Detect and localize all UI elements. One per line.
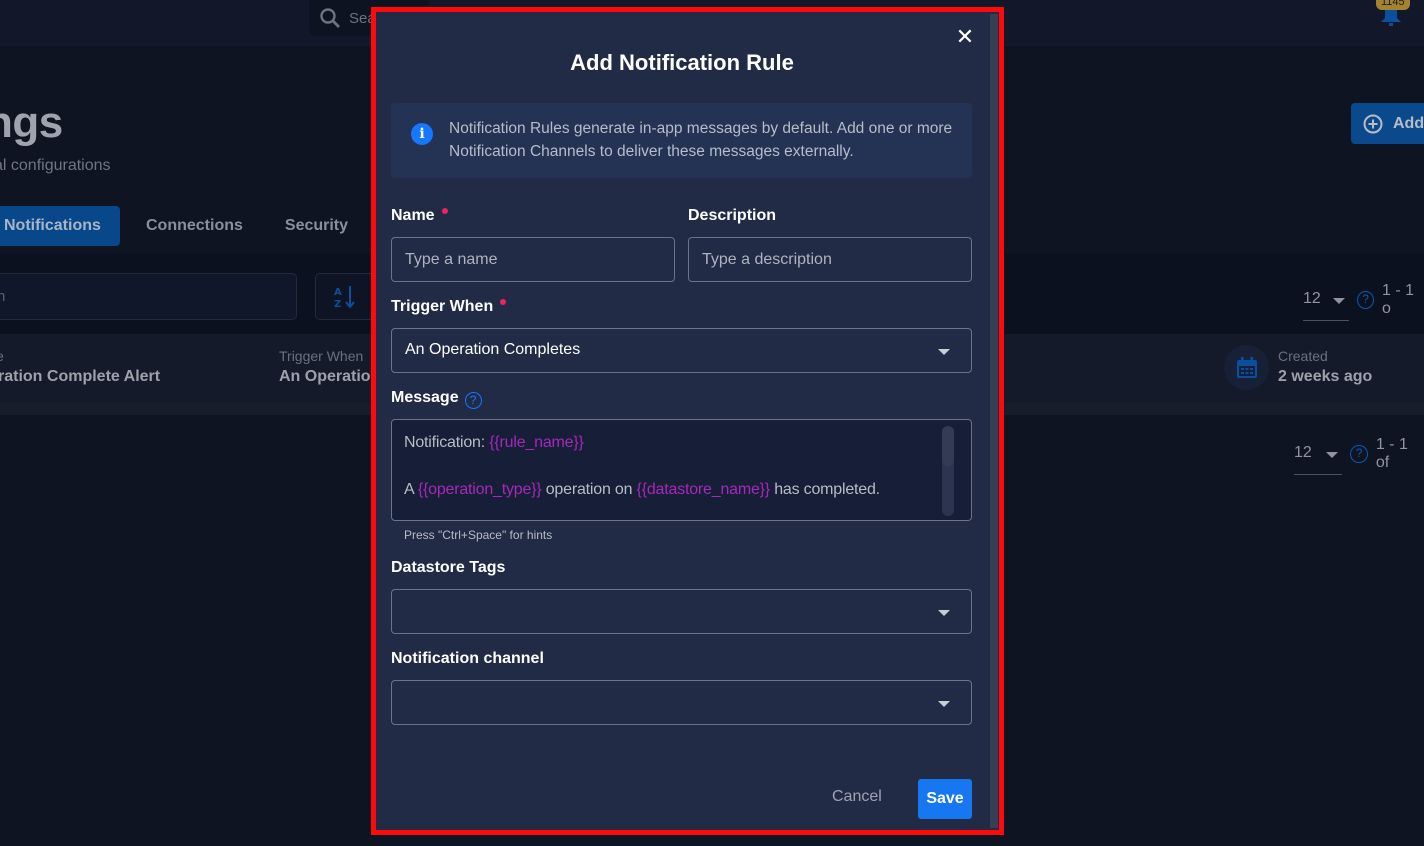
close-icon[interactable]: ✕ (955, 26, 975, 48)
message-line-2: A {{operation_type}} operation on {{data… (404, 481, 880, 498)
chevron-down-icon (938, 701, 950, 707)
required-indicator (441, 208, 448, 214)
message-editor[interactable]: Notification: {{rule_name}} A {{operatio… (391, 419, 972, 521)
dialog-scrollbar[interactable] (990, 14, 998, 828)
datastore-tags-label: Datastore Tags (391, 559, 506, 576)
message-label: Message? (391, 389, 482, 409)
required-indicator (500, 299, 507, 305)
chevron-down-icon (938, 610, 950, 616)
description-label: Description (688, 207, 777, 224)
description-input[interactable] (689, 238, 971, 281)
trigger-when-select[interactable]: An Operation Completes (391, 328, 972, 373)
info-icon: i (411, 123, 433, 145)
cancel-button[interactable]: Cancel (832, 788, 882, 806)
notification-channel-select[interactable] (391, 680, 972, 725)
add-notification-rule-dialog: ✕ Add Notification Rule i Notification R… (376, 12, 999, 830)
chevron-down-icon (938, 349, 950, 355)
name-input[interactable] (392, 238, 674, 281)
description-field[interactable] (688, 237, 972, 282)
message-hint: Press "Ctrl+Space" for hints (404, 528, 553, 542)
info-text: Notification Rules generate in-app messa… (449, 120, 953, 160)
message-line-1: Notification: {{rule_name}} (404, 434, 584, 451)
template-variable: {{operation_type}} (417, 481, 542, 498)
info-banner: i Notification Rules generate in-app mes… (391, 103, 972, 178)
notification-channel-label: Notification channel (391, 650, 544, 667)
scrollbar-thumb[interactable] (942, 426, 954, 466)
name-field[interactable] (391, 237, 675, 282)
dialog-title: Add Notification Rule (570, 50, 794, 75)
name-label: Name (391, 207, 448, 225)
datastore-tags-select[interactable] (391, 589, 972, 634)
help-icon[interactable]: ? (464, 392, 482, 409)
trigger-when-label: Trigger When (391, 298, 507, 316)
template-variable: {{rule_name}} (489, 434, 584, 451)
message-scrollbar[interactable] (942, 426, 954, 516)
save-button[interactable]: Save (918, 779, 972, 819)
trigger-when-value: An Operation Completes (405, 341, 581, 358)
template-variable: {{datastore_name}} (636, 481, 771, 498)
